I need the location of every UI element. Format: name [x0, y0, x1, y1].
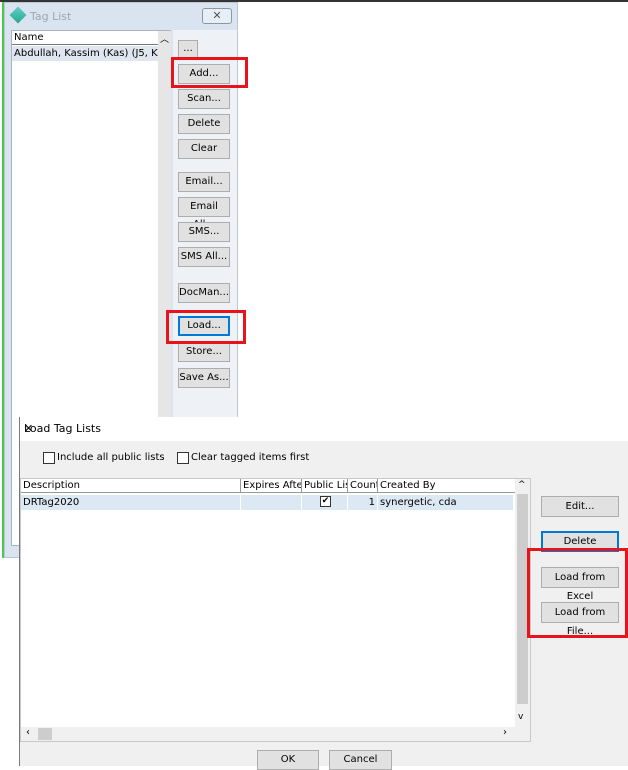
cell-expires-after	[241, 495, 302, 510]
chevron-up-icon[interactable]: ︿	[158, 32, 171, 45]
include-public-checkbox[interactable]	[43, 452, 55, 464]
column-header-description[interactable]: Description	[21, 479, 241, 493]
chevron-left-icon[interactable]: ‹	[26, 727, 30, 738]
chevron-right-icon[interactable]: ›	[503, 727, 507, 738]
public-list-checkbox[interactable]: ✔	[320, 496, 331, 507]
chevron-up-icon[interactable]: ^	[518, 480, 526, 490]
cell-created-by: synergetic, cda	[378, 495, 514, 510]
column-header-name[interactable]: Name	[12, 31, 158, 45]
save-as-button[interactable]: Save As...	[178, 368, 230, 388]
email-all-button[interactable]: Email All...	[178, 197, 230, 230]
list-item[interactable]: Abdullah, Kassim (Kas) (J5, KE, , )	[12, 46, 158, 61]
chevron-down-icon[interactable]: v	[518, 712, 523, 722]
table-row[interactable]: DRTag2020 ✔ 1 synergetic, cda	[21, 495, 514, 510]
dialog-title-bar: Load Tag Lists ✕	[20, 417, 628, 441]
close-icon[interactable]: ✕	[24, 422, 621, 435]
docman-button[interactable]: DocMan...	[178, 283, 230, 303]
store-button[interactable]: Store...	[178, 342, 230, 362]
sms-button[interactable]: SMS...	[178, 222, 230, 242]
column-header-expires-after[interactable]: Expires After	[241, 479, 302, 493]
cell-count: 1	[348, 495, 378, 510]
include-public-label[interactable]: Include all public lists	[57, 452, 165, 463]
close-button[interactable]: ✕	[202, 8, 232, 24]
sms-all-button[interactable]: SMS All...	[178, 247, 230, 267]
clear-tagged-checkbox[interactable]	[177, 452, 189, 464]
clear-tagged-label[interactable]: Clear tagged items first	[191, 452, 309, 463]
more-button[interactable]: ...	[178, 40, 198, 58]
clear-button[interactable]: Clear	[178, 139, 230, 159]
scan-button[interactable]: Scan...	[178, 89, 230, 109]
tag-list-title: Tag List	[30, 10, 72, 23]
horizontal-scrollbar[interactable]: ‹ ›	[21, 727, 530, 741]
cancel-button[interactable]: Cancel	[329, 750, 392, 770]
highlight-add	[171, 57, 248, 88]
tag-lists-table[interactable]: Description Expires After Public List Co…	[20, 478, 531, 742]
scroll-thumb[interactable]	[38, 728, 52, 740]
highlight-load-buttons	[527, 548, 628, 638]
ok-button[interactable]: OK	[257, 750, 319, 770]
cell-public-list: ✔	[302, 495, 348, 510]
column-header-count[interactable]: Count	[348, 479, 378, 493]
column-header-public-list[interactable]: Public List	[302, 479, 348, 493]
highlight-load	[166, 310, 246, 344]
column-header-created-by[interactable]: Created By	[378, 479, 515, 493]
cell-description: DRTag2020	[21, 495, 241, 510]
close-icon: ✕	[212, 9, 222, 22]
email-button[interactable]: Email...	[178, 172, 230, 192]
edit-button[interactable]: Edit...	[541, 496, 619, 517]
delete-button[interactable]: Delete	[178, 114, 230, 134]
